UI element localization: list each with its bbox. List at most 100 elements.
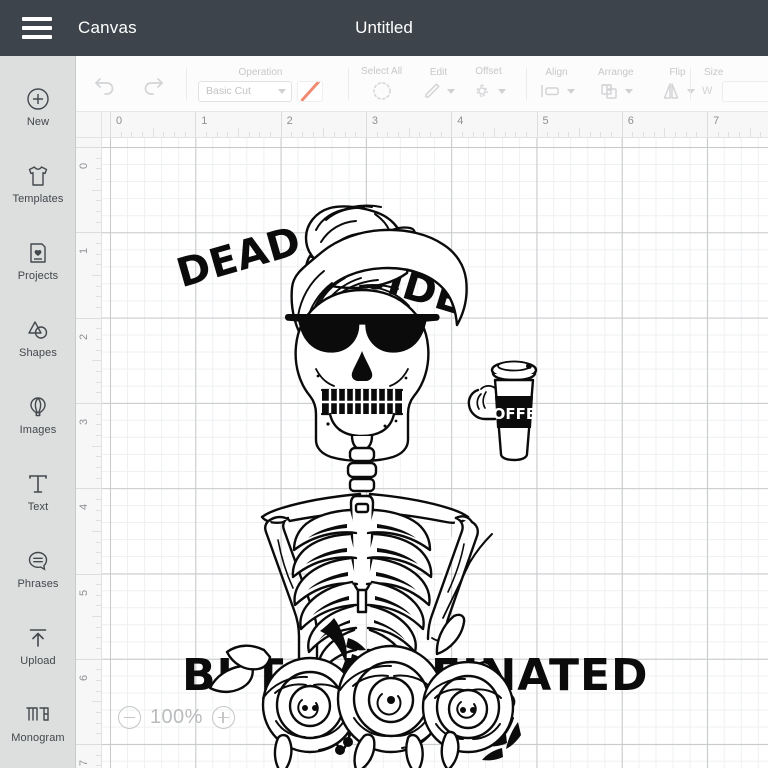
ruler-tick-minor [344, 132, 346, 137]
ruler-tick-minor [184, 132, 186, 137]
ruler-tick-minor [96, 562, 101, 564]
ruler-tick-minor [643, 132, 645, 137]
redo-arrow-icon[interactable] [140, 73, 166, 95]
ruler-tick-minor [96, 349, 101, 351]
ruler-tick-minor [96, 722, 101, 724]
chevron-down-icon[interactable] [567, 88, 575, 94]
hamburger-menu-icon[interactable] [22, 17, 52, 39]
operation-caption: Operation [238, 66, 283, 78]
artwork-skeleton-graphic[interactable]: COFFEE [102, 138, 768, 768]
ruler-tick-minor [749, 128, 751, 137]
ruler-tick-minor [96, 434, 101, 436]
chevron-down-icon[interactable] [498, 88, 506, 94]
hamburger-bar [22, 26, 52, 30]
sidebar-item-upload[interactable]: Upload [0, 607, 76, 684]
ruler-tick-minor [739, 132, 741, 137]
design-canvas[interactable]: DEAD INSIDE BUT CAFFEINATED [102, 138, 768, 768]
sidebar-item-label: Shapes [19, 347, 57, 359]
flip-caption: Flip [669, 67, 686, 78]
ruler-tick-minor [96, 594, 101, 596]
ruler-tick-minor [96, 306, 101, 308]
offset-dotted-icon[interactable] [471, 80, 493, 102]
ruler-tick-minor [92, 189, 101, 191]
ruler-tick-minor [333, 132, 335, 137]
ruler-tick-minor [92, 701, 101, 703]
ruler-tick-minor [96, 626, 101, 628]
zoom-out-icon[interactable] [118, 706, 141, 729]
ruler-tick-minor [515, 132, 517, 137]
sidebar-item-templates[interactable]: Templates [0, 145, 76, 222]
sidebar-item-label: Text [27, 501, 49, 513]
sidebar-item-text[interactable]: Text [0, 453, 76, 530]
width-input[interactable] [722, 80, 768, 102]
chevron-down-icon[interactable] [625, 88, 634, 94]
ruler-tick-minor [547, 132, 549, 137]
ruler-tick-minor [92, 616, 101, 618]
ruler-tick-label: 7 [713, 115, 720, 127]
arrange-layers-icon[interactable] [598, 81, 620, 101]
triangle-circle-icon [24, 316, 52, 344]
undo-arrow-icon[interactable] [92, 73, 118, 95]
edit-caption: Edit [429, 67, 448, 78]
sidebar-item-projects[interactable]: Projects [0, 222, 76, 299]
chevron-down-icon[interactable] [687, 88, 695, 94]
ruler-tick-minor [96, 413, 101, 415]
ruler-tick-minor [600, 132, 602, 137]
ruler-tick-major [76, 744, 101, 746]
rose-right [421, 660, 515, 754]
offset-caption: Offset [475, 66, 502, 77]
ruler-tick-minor [696, 132, 698, 137]
pencil-icon[interactable] [422, 81, 442, 101]
linetype-swatch[interactable] [297, 80, 323, 102]
ruler-tick-minor [504, 132, 506, 137]
ruler-tick-label: 5 [78, 589, 90, 596]
ruler-tick-label: 6 [627, 115, 634, 127]
ruler-tick-label: 4 [457, 115, 464, 127]
ruler-tick-minor [96, 242, 101, 244]
sidebar-item-monogram[interactable]: Monogram [0, 684, 76, 761]
ruler-tick-label: 7 [78, 759, 90, 767]
sidebar-item-shapes[interactable]: Shapes [0, 299, 76, 376]
zoom-in-icon[interactable] [211, 706, 235, 729]
ruler-tick-minor [96, 637, 101, 639]
ruler-tick-label: 4 [78, 504, 90, 511]
ruler-tick-minor [96, 765, 101, 767]
vertical-ruler: 0 1 2 3 4 5 6 7 [76, 138, 102, 768]
ruler-tick-minor [96, 328, 101, 330]
ruler-tick-minor [429, 132, 431, 137]
ruler-tick-minor [96, 466, 101, 468]
ruler-tick-minor [96, 157, 101, 159]
ruler-tick-minor [96, 285, 101, 287]
canvas-label[interactable]: Canvas [78, 18, 137, 38]
top-toolbar: Operation Basic Cut Select All Edit Offs… [76, 56, 768, 112]
ruler-tick-major [195, 112, 197, 137]
ruler-tick-label: 5 [542, 115, 549, 127]
hamburger-bar [22, 17, 52, 21]
ruler-tick-label: 6 [78, 674, 90, 681]
monogram-mg-icon [24, 701, 52, 729]
ruler-tick-minor [96, 669, 101, 671]
upload-arrow-icon [24, 624, 52, 652]
chevron-down-icon[interactable] [447, 88, 455, 94]
horizontal-ruler: 012345678 [102, 112, 768, 138]
sidebar-item-new[interactable]: New [0, 68, 76, 145]
speech-bubble-icon [24, 547, 52, 575]
ruler-tick-minor [96, 733, 101, 735]
arrange-caption: Arrange [598, 67, 634, 78]
sidebar-item-phrases[interactable]: Phrases [0, 530, 76, 607]
operation-select[interactable]: Basic Cut [198, 80, 292, 102]
ruler-tick-minor [120, 132, 122, 137]
ruler-tick-major [451, 112, 453, 137]
text-t-icon [24, 470, 52, 498]
flip-mirror-icon[interactable] [660, 81, 682, 101]
ruler-tick-minor [96, 456, 101, 458]
ruler-tick-minor [301, 132, 303, 137]
ruler-tick-label: 2 [78, 333, 90, 340]
sidebar-item-images[interactable]: Images [0, 376, 76, 453]
toolbar-divider [186, 68, 187, 100]
select-all-dotted-icon[interactable] [371, 80, 393, 102]
align-icon[interactable] [538, 81, 562, 101]
ruler-tick-minor [96, 338, 101, 340]
ruler-tick-label: 3 [78, 418, 90, 425]
ruler-tick-label: 2 [286, 115, 293, 127]
